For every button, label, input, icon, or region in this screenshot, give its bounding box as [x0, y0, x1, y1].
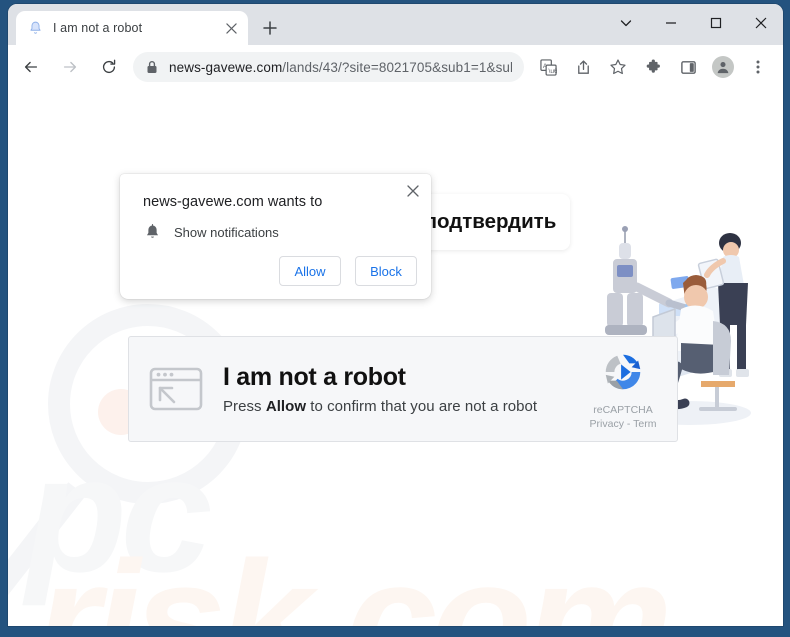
- reload-button[interactable]: [93, 51, 125, 83]
- close-button[interactable]: [738, 4, 783, 41]
- profile-avatar[interactable]: [709, 53, 737, 81]
- minimize-button[interactable]: [648, 4, 693, 41]
- captcha-sub-before: Press: [223, 397, 266, 415]
- allow-button[interactable]: Allow: [279, 256, 341, 286]
- notification-permission-dialog: news-gavewe.com wants to Show notificati…: [120, 174, 431, 299]
- captcha-card: I am not a robot Press Allow to confirm …: [128, 336, 678, 442]
- recaptcha-logo-icon: [600, 349, 646, 400]
- dialog-permission-row: Show notifications: [145, 224, 279, 240]
- url-domain: news-gavewe.com: [169, 59, 283, 75]
- page-viewport: pc risk.com чтобы подтвердить I am not a…: [8, 89, 783, 626]
- captcha-sub-after: to confirm that you are not a robot: [306, 397, 538, 415]
- back-button[interactable]: [15, 51, 47, 83]
- captcha-sub-bold: Allow: [265, 397, 307, 415]
- browser-toolbar: news-gavewe.com/lands/43/?site=8021705&s…: [8, 45, 783, 89]
- recaptcha-label: reCAPTCHA: [593, 403, 653, 416]
- share-icon[interactable]: [569, 53, 597, 81]
- dialog-actions: Allow Block: [279, 256, 417, 286]
- dialog-close-icon[interactable]: [403, 181, 423, 201]
- extensions-puzzle-icon[interactable]: [639, 53, 667, 81]
- tab-close-icon[interactable]: [222, 19, 240, 37]
- captcha-subtitle: Press Allow to confirm that you are not …: [223, 398, 573, 415]
- browser-window-cursor-icon: [129, 367, 223, 411]
- tab-search-button[interactable]: [603, 4, 648, 41]
- url-path: /lands/43/?site=8021705&sub1=1&sub2=1&s…: [282, 59, 512, 75]
- recaptcha-badge[interactable]: reCAPTCHA Privacy - Term: [573, 349, 677, 430]
- browser-tab-active[interactable]: I am not a robot: [16, 11, 248, 45]
- window-controls: [603, 4, 783, 41]
- captcha-title: I am not a robot: [223, 363, 406, 392]
- svg-text:\u6587: \u6587: [548, 68, 557, 75]
- translate-icon[interactable]: A \u6587: [534, 53, 562, 81]
- dialog-title: news-gavewe.com wants to: [143, 194, 323, 210]
- block-button[interactable]: Block: [355, 256, 417, 286]
- lock-icon: [146, 60, 158, 74]
- address-bar-url: news-gavewe.com/lands/43/?site=8021705&s…: [169, 60, 512, 75]
- bookmark-star-icon[interactable]: [604, 53, 632, 81]
- browser-window: I am not a robot news-gavewe.com/lands/4…: [8, 4, 783, 626]
- more-menu-icon[interactable]: [744, 53, 772, 81]
- address-bar[interactable]: news-gavewe.com/lands/43/?site=8021705&s…: [133, 52, 524, 82]
- watermark-text-bottom: risk.com: [36, 527, 673, 626]
- recaptcha-links[interactable]: Privacy - Term: [573, 418, 673, 430]
- bell-favicon-icon: [27, 20, 44, 37]
- bell-icon: [145, 224, 160, 240]
- captcha-text-block: I am not a robot Press Allow to confirm …: [223, 363, 573, 415]
- maximize-button[interactable]: [693, 4, 738, 41]
- new-tab-button[interactable]: [256, 14, 284, 42]
- forward-button[interactable]: [54, 51, 86, 83]
- avatar: [712, 56, 734, 78]
- side-panel-icon[interactable]: [674, 53, 702, 81]
- desktop-background: I am not a robot news-gavewe.com/lands/4…: [0, 0, 790, 637]
- tab-strip: I am not a robot: [8, 4, 783, 45]
- tab-title: I am not a robot: [53, 21, 143, 35]
- dialog-permission-label: Show notifications: [174, 224, 279, 240]
